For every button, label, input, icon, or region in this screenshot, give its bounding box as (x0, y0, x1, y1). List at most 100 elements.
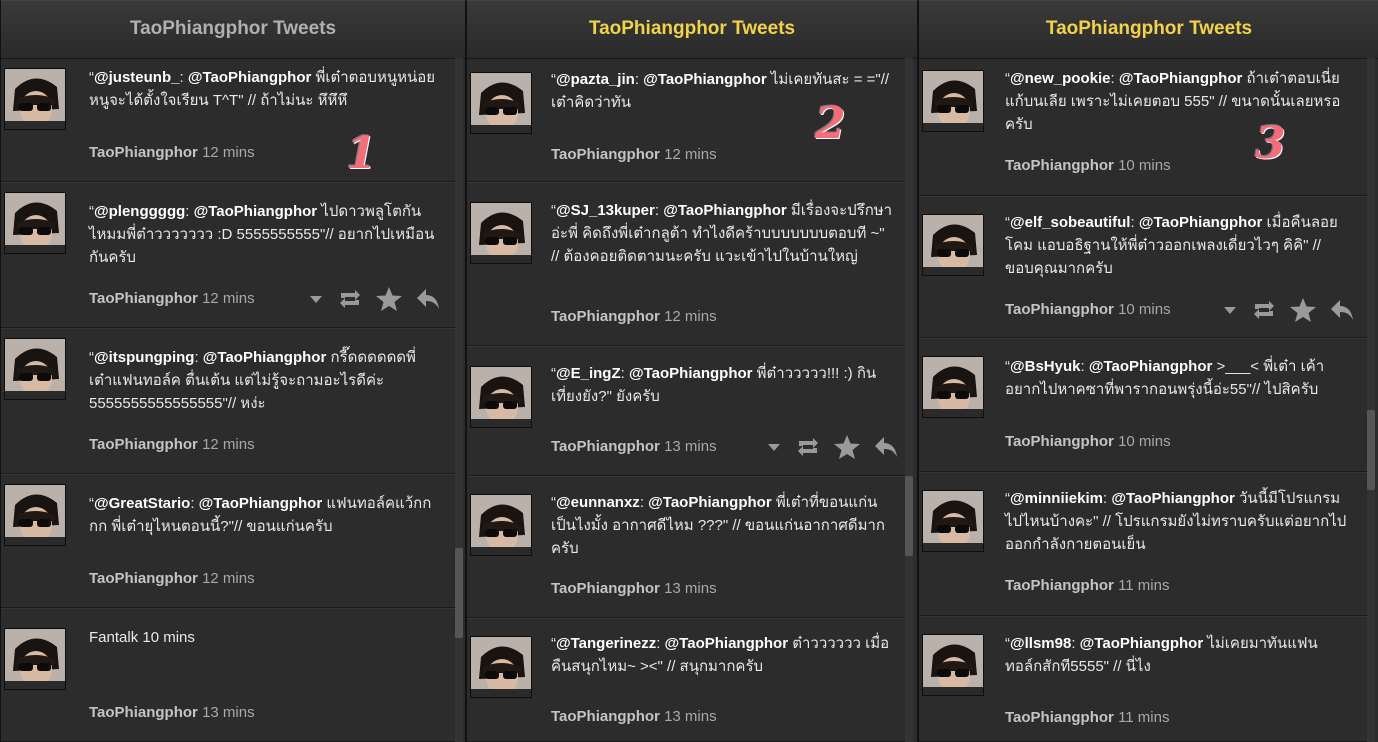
tweet[interactable]: “@minniiekim: @TaoPhiangphor วันนี้มีโปร… (919, 472, 1367, 616)
tweet-time[interactable]: 12 mins (664, 146, 717, 163)
tweet-mention[interactable]: @TaoPhiangphor (663, 202, 787, 219)
tweet-mention[interactable]: @TaoPhiangphor (1111, 490, 1235, 507)
tweet-mention[interactable]: @TaoPhiangphor (1119, 70, 1243, 87)
favorite-icon[interactable] (833, 434, 861, 465)
avatar[interactable] (4, 192, 66, 254)
tweet[interactable]: “@new_pookie: @TaoPhiangphor ถ้าเต๋าตอบเ… (919, 58, 1367, 196)
tweet-user[interactable]: @elf_sobeautiful (1010, 214, 1130, 231)
tweet-user[interactable]: @pazta_jin (556, 71, 635, 88)
tweet[interactable]: “@elf_sobeautiful: @TaoPhiangphor เมื่อค… (919, 196, 1367, 338)
tweet[interactable]: “@justeunb_: @TaoPhiangphor พี่เต๋าตอบหน… (1, 58, 455, 182)
tweet-user[interactable]: @eunnanxz (556, 494, 640, 511)
tweet-author[interactable]: TaoPhiangphor (1005, 157, 1114, 174)
tweet-author[interactable]: TaoPhiangphor (551, 438, 660, 455)
tweet-user[interactable]: @BsHyuk (1010, 358, 1080, 375)
tweet[interactable]: “@plenggggg: @TaoPhiangphor ไปดาวพลูโตกั… (1, 182, 455, 328)
avatar[interactable] (922, 70, 984, 132)
tweet-author[interactable]: TaoPhiangphor (551, 308, 660, 325)
tweet-author[interactable]: TaoPhiangphor (1005, 433, 1114, 450)
avatar[interactable] (922, 634, 984, 696)
tweet-user[interactable]: @SJ_13kuper (556, 202, 655, 219)
tweet-user[interactable]: @E_ingZ (556, 365, 621, 382)
scrollbar-thumb[interactable] (1367, 410, 1375, 490)
tweet-mention[interactable]: @TaoPhiangphor (648, 494, 772, 511)
avatar[interactable] (470, 366, 532, 428)
tweet-mention[interactable]: @TaoPhiangphor (629, 365, 753, 382)
tweet-user[interactable]: @new_pookie (1010, 70, 1110, 87)
tweet-user[interactable]: @justeunb_ (94, 69, 179, 86)
tweet-user[interactable]: @plenggggg (94, 203, 185, 220)
avatar[interactable] (922, 356, 984, 418)
tweet-user[interactable]: @llsm98 (1010, 635, 1071, 652)
tweet-mention[interactable]: @TaoPhiangphor (665, 635, 789, 652)
tweet-time[interactable]: 12 mins (664, 308, 717, 325)
tweet[interactable]: “@eunnanxz: @TaoPhiangphor พี่เต๋าที่ขอน… (467, 476, 905, 618)
reply-icon[interactable] (873, 435, 899, 464)
tweet-author[interactable]: TaoPhiangphor (551, 146, 660, 163)
avatar[interactable] (470, 72, 532, 134)
tweet-mention[interactable]: @TaoPhiangphor (194, 203, 318, 220)
tweet-user[interactable]: @Tangerinezz (556, 635, 656, 652)
tweet-author[interactable]: TaoPhiangphor (1005, 709, 1114, 726)
reply-icon[interactable] (1329, 298, 1355, 327)
tweet-time[interactable]: 12 mins (202, 570, 255, 587)
tweet[interactable]: “@Tangerinezz: @TaoPhiangphor ต๋าวววววว … (467, 618, 905, 742)
tweet-time[interactable]: 13 mins (202, 704, 255, 721)
tweet-time[interactable]: 13 mins (664, 580, 717, 597)
retweet-icon[interactable] (337, 288, 363, 315)
tweet-author[interactable]: TaoPhiangphor (551, 580, 660, 597)
reply-icon[interactable] (415, 287, 441, 316)
avatar[interactable] (470, 202, 532, 264)
avatar[interactable] (4, 338, 66, 400)
tweet-author[interactable]: TaoPhiangphor (89, 436, 198, 453)
tweet-mention[interactable]: @TaoPhiangphor (199, 495, 323, 512)
favorite-icon[interactable] (1289, 297, 1317, 328)
avatar[interactable] (922, 214, 984, 276)
tweet-author[interactable]: TaoPhiangphor (89, 570, 198, 587)
scrollbar-thumb[interactable] (455, 548, 463, 638)
avatar[interactable] (4, 484, 66, 546)
tweet-author[interactable]: TaoPhiangphor (551, 708, 660, 725)
tweet-time[interactable]: 10 mins (1118, 157, 1171, 174)
favorite-icon[interactable] (375, 286, 403, 317)
tweet-user[interactable]: @itspungping (94, 349, 194, 366)
scrollbar[interactable] (455, 58, 463, 742)
tweet-time[interactable]: 12 mins (202, 436, 255, 453)
tweet-mention[interactable]: @TaoPhiangphor (203, 349, 327, 366)
tweet[interactable]: “@BsHyuk: @TaoPhiangphor >___< พี่เต๋า เ… (919, 338, 1367, 472)
tweet[interactable]: “@itspungping: @TaoPhiangphor กรี๊ดดดดดด… (1, 328, 455, 474)
avatar[interactable] (4, 628, 66, 690)
tweet-author[interactable]: TaoPhiangphor (89, 704, 198, 721)
tweet-author[interactable]: TaoPhiangphor (1005, 577, 1114, 594)
tweet-time[interactable]: 12 mins (202, 290, 255, 307)
tweet-user[interactable]: @minniiekim (1010, 490, 1103, 507)
tweet-time[interactable]: 13 mins (664, 708, 717, 725)
tweet-mention[interactable]: @TaoPhiangphor (1080, 635, 1204, 652)
tweet-mention[interactable]: @TaoPhiangphor (1089, 358, 1213, 375)
tweet-mention[interactable]: @TaoPhiangphor (1139, 214, 1263, 231)
tweet-mention[interactable]: @TaoPhiangphor (643, 71, 767, 88)
avatar[interactable] (470, 636, 532, 698)
tweet-author[interactable]: TaoPhiangphor (1005, 301, 1114, 318)
tweet-time[interactable]: 12 mins (202, 144, 255, 161)
retweet-icon[interactable] (795, 436, 821, 463)
avatar[interactable] (470, 494, 532, 556)
scrollbar[interactable] (905, 58, 913, 742)
tweet[interactable]: “@E_ingZ: @TaoPhiangphor พี่ต๋าววววว!!! … (467, 346, 905, 476)
scrollbar[interactable] (1367, 58, 1375, 742)
tweet[interactable]: “@SJ_13kuper: @TaoPhiangphor มีเรื่องจะป… (467, 182, 905, 346)
tweet[interactable]: “@GreatStario: @TaoPhiangphor แฟนทอล์คแว… (1, 474, 455, 608)
tweet-time[interactable]: 13 mins (664, 438, 717, 455)
dropdown-icon[interactable] (765, 438, 783, 461)
dropdown-icon[interactable] (1221, 301, 1239, 324)
tweet-mention[interactable]: @TaoPhiangphor (188, 69, 312, 86)
retweet-icon[interactable] (1251, 299, 1277, 326)
tweet-time[interactable]: 11 mins (1118, 709, 1169, 726)
dropdown-icon[interactable] (307, 290, 325, 313)
tweet-time[interactable]: 10 mins (1118, 301, 1171, 318)
tweet-author[interactable]: TaoPhiangphor (89, 290, 198, 307)
tweet[interactable]: “@llsm98: @TaoPhiangphor ไม่เคยมาทันแฟนท… (919, 616, 1367, 742)
avatar[interactable] (4, 68, 66, 130)
tweet-time[interactable]: 11 mins (1118, 577, 1169, 594)
tweet-author[interactable]: TaoPhiangphor (89, 144, 198, 161)
